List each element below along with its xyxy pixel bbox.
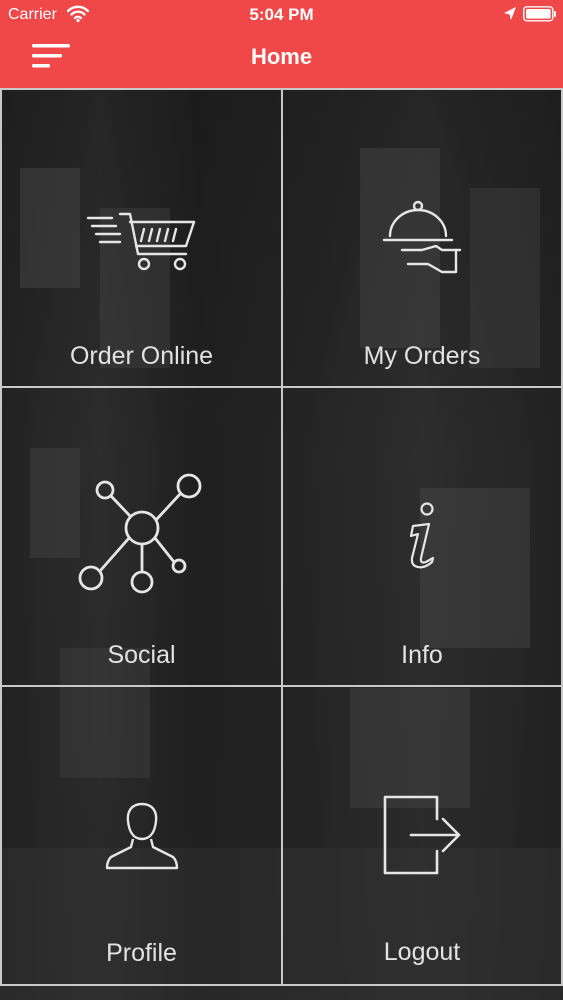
logout-tile[interactable]: Logout xyxy=(281,685,563,986)
menu-button[interactable] xyxy=(28,40,74,76)
order-online-label: Order Online xyxy=(69,342,214,370)
social-label: Social xyxy=(107,641,176,669)
logout-icon xyxy=(383,795,461,875)
location-arrow-icon xyxy=(503,6,517,27)
menu-icon xyxy=(32,44,70,68)
shopping-cart-icon xyxy=(86,212,195,271)
order-online-tile[interactable]: Order Online xyxy=(0,88,281,386)
logout-label: Logout xyxy=(383,938,461,966)
page-title: Home xyxy=(250,44,313,69)
serving-cloche-icon xyxy=(382,200,462,274)
status-bar: Carrier 5:04 PM xyxy=(0,0,563,30)
my-orders-tile[interactable]: My Orders xyxy=(281,88,563,386)
status-time: 5:04 PM xyxy=(249,5,314,24)
app-header: Carrier 5:04 PM Home xyxy=(0,0,563,88)
home-menu-grid: Order Online My Orders Social Info Profi… xyxy=(0,88,563,986)
user-icon xyxy=(105,802,178,870)
info-icon xyxy=(409,502,435,569)
profile-tile[interactable]: Profile xyxy=(0,685,281,986)
battery-icon xyxy=(523,6,557,27)
nav-bar: Home xyxy=(0,30,563,88)
social-tile[interactable]: Social xyxy=(0,386,281,685)
my-orders-label: My Orders xyxy=(363,342,481,370)
profile-label: Profile xyxy=(106,939,177,967)
info-label: Info xyxy=(401,641,443,669)
info-tile[interactable]: Info xyxy=(281,386,563,685)
network-icon xyxy=(78,473,201,594)
